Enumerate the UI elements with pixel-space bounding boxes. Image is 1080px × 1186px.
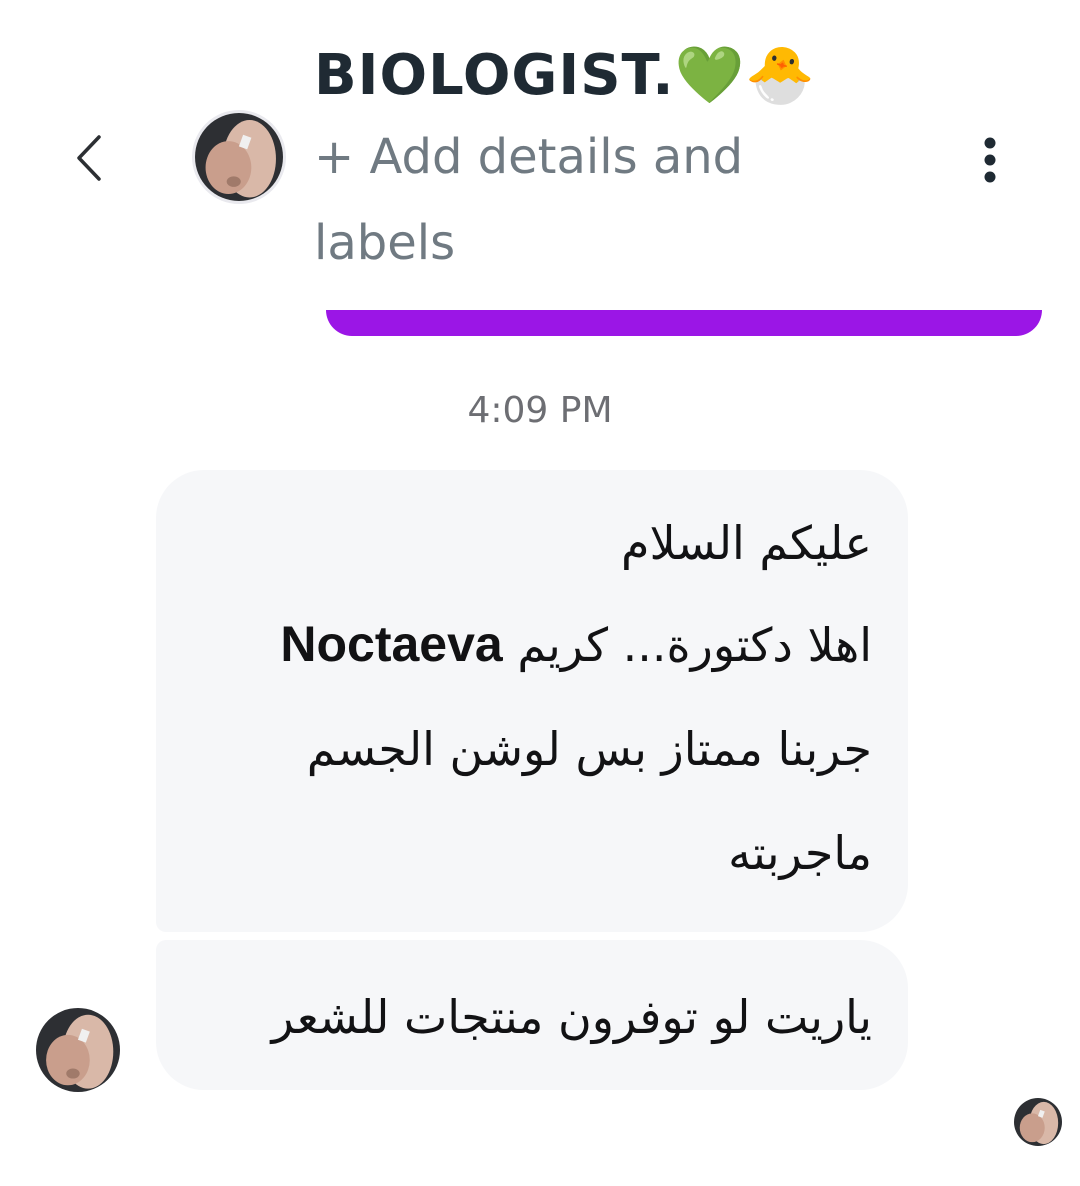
contact-avatar[interactable]	[192, 110, 286, 204]
message-line: عليكم السلام	[621, 516, 872, 570]
back-button[interactable]	[60, 128, 116, 188]
sender-avatar[interactable]	[36, 1008, 120, 1092]
more-options-button[interactable]	[966, 132, 1014, 188]
avatar-photo	[36, 1008, 120, 1092]
message-timestamp: 4:09 PM	[467, 390, 613, 431]
accent-bar	[326, 310, 1042, 336]
more-vertical-icon	[984, 137, 996, 183]
message-line: اهلا دكتورة... كريم Noctaeva	[192, 592, 872, 697]
avatar-photo	[1014, 1098, 1062, 1146]
message-bubble[interactable]: عليكم السلام اهلا دكتورة... كريم Noctaev…	[156, 470, 908, 932]
message-line: جربنا ممتاز بس لوشن الجسم	[306, 722, 872, 776]
chevron-left-icon	[77, 135, 101, 181]
message-line: ياريت لو توفرون منتجات للشعر	[271, 990, 872, 1044]
brand-name: Noctaeva	[280, 616, 503, 672]
seen-indicator-avatar	[1014, 1098, 1062, 1146]
add-details-link[interactable]: + Add details and labels	[314, 114, 854, 286]
header-title-block: BIOLOGIST.💚🐣 + Add details and labels	[314, 36, 934, 286]
message-bubble[interactable]: ياريت لو توفرون منتجات للشعر	[156, 940, 908, 1090]
avatar-photo	[195, 113, 283, 201]
page-title: BIOLOGIST.💚🐣	[314, 43, 816, 108]
message-text: اهلا دكتورة... كريم	[502, 618, 872, 672]
message-line: ماجربته	[728, 826, 872, 880]
